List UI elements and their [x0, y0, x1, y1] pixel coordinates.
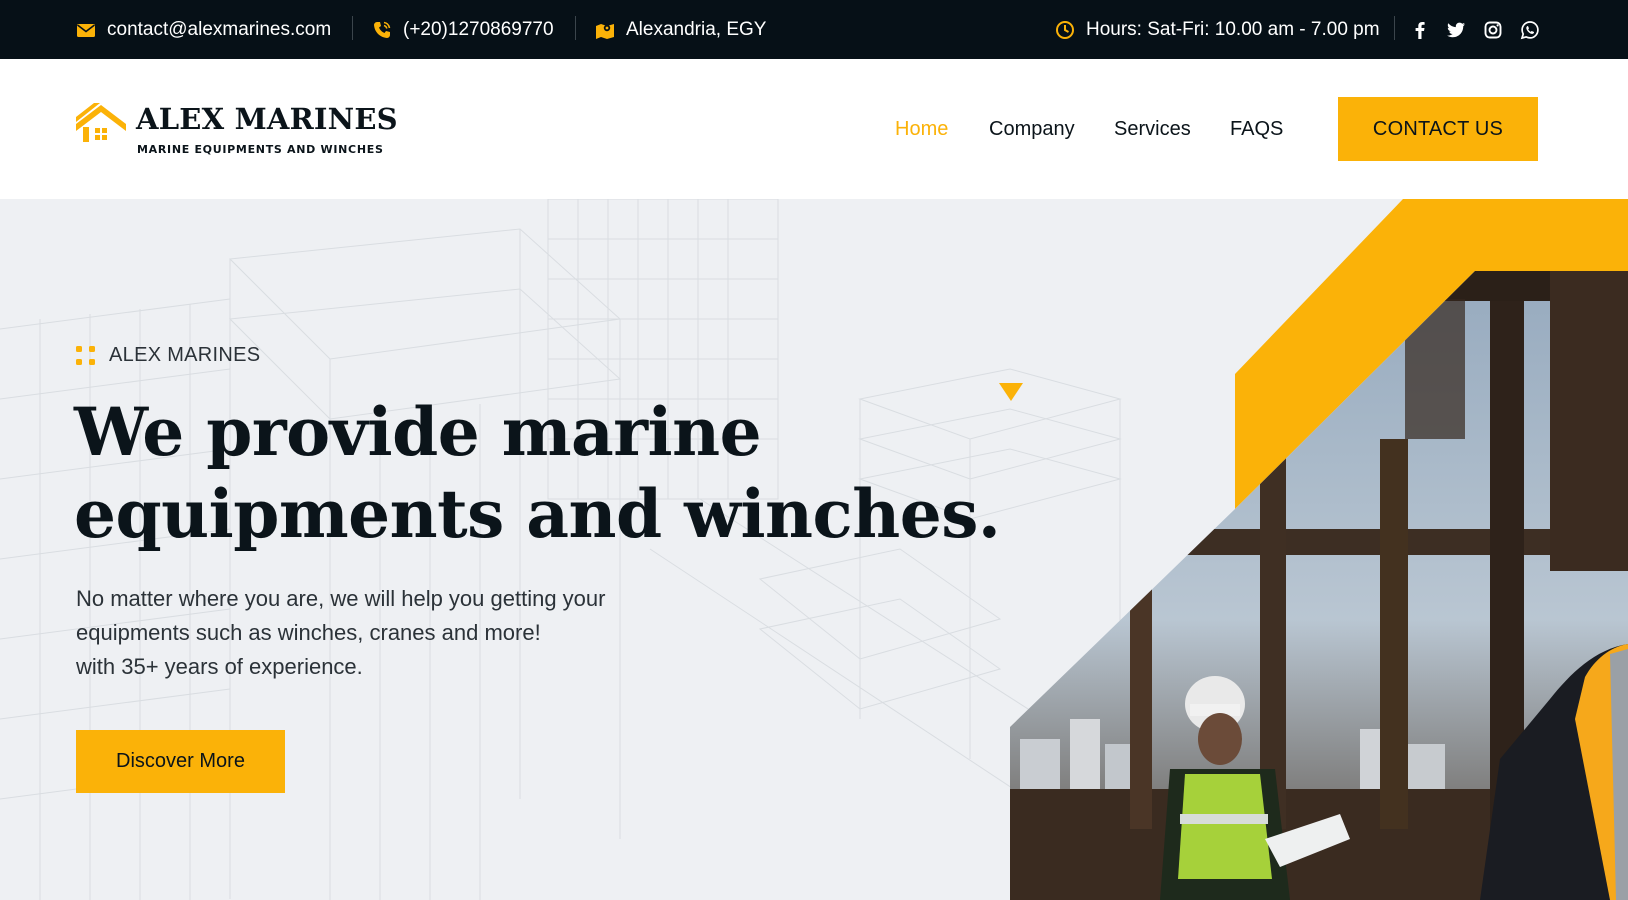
hero-worker-image: [1010, 199, 1628, 900]
map-icon: [596, 23, 614, 39]
divider: [352, 16, 353, 40]
hero-headline-line: We provide marine: [74, 393, 762, 471]
social-facebook[interactable]: [1410, 0, 1430, 59]
contact-phone-text: (+20)1270869770: [403, 18, 554, 40]
hero-description: No matter where you are, we will help yo…: [76, 582, 696, 684]
clock-icon: [1056, 20, 1074, 39]
main-nav-company: Company: [989, 59, 1075, 199]
divider: [1394, 16, 1395, 40]
top-bar: contact@alexmarines.com (+20)1270869770 …: [0, 0, 1628, 59]
twitter-icon: [1447, 22, 1465, 37]
main-nav-faqs: FAQS: [1230, 59, 1283, 199]
hero-section: ALEX MARINES We provide marine equipment…: [0, 199, 1628, 900]
hero-description-line: with 35+ years of experience.: [76, 654, 363, 679]
main-nav-services: Services: [1114, 59, 1191, 199]
hero-description-line: No matter where you are, we will help yo…: [76, 586, 606, 611]
hero-eyebrow-text: ALEX MARINES: [109, 344, 261, 366]
hero-headline: We provide marine equipments and winches…: [74, 391, 1001, 555]
facebook-icon: [1415, 21, 1425, 39]
nav-services[interactable]: Services: [1114, 118, 1191, 141]
discover-more-button[interactable]: Discover More: [76, 730, 285, 793]
envelope-icon: [77, 23, 95, 37]
hero-headline-line: equipments and winches.: [74, 475, 1001, 553]
contact-location[interactable]: Alexandria, EGY: [595, 0, 766, 59]
dots-icon: [76, 345, 95, 365]
social-instagram[interactable]: [1483, 0, 1503, 59]
phone-icon: [374, 21, 391, 38]
nav-faqs[interactable]: FAQS: [1230, 118, 1283, 141]
house-icon: [76, 103, 126, 142]
contact-email-text: contact@alexmarines.com: [107, 18, 332, 40]
contact-phone[interactable]: (+20)1270869770: [372, 0, 554, 59]
contact-us-button[interactable]: CONTACT US: [1338, 97, 1538, 161]
contact-location-text: Alexandria, EGY: [626, 18, 767, 40]
business-hours: Hours: Sat-Fri: 10.00 am - 7.00 pm: [1055, 0, 1380, 59]
logo-tagline: MARINE EQUIPMENTS AND WINCHES: [137, 143, 384, 156]
contact-email[interactable]: contact@alexmarines.com: [76, 0, 331, 59]
whatsapp-icon: [1520, 20, 1539, 39]
business-hours-text: Hours: Sat-Fri: 10.00 am - 7.00 pm: [1086, 18, 1380, 40]
social-twitter[interactable]: [1446, 0, 1466, 59]
social-whatsapp[interactable]: [1520, 0, 1540, 59]
site-header: ALEX MARINES MARINE EQUIPMENTS AND WINCH…: [0, 59, 1628, 199]
hero-description-line: equipments such as winches, cranes and m…: [76, 620, 541, 645]
nav-company[interactable]: Company: [989, 118, 1075, 141]
nav-home[interactable]: Home: [895, 118, 948, 141]
main-nav: Home: [895, 59, 948, 199]
hero-eyebrow: ALEX MARINES: [76, 344, 260, 367]
site-logo[interactable]: ALEX MARINES MARINE EQUIPMENTS AND WINCH…: [76, 102, 398, 162]
logo-name: ALEX MARINES: [136, 102, 398, 136]
instagram-icon: [1484, 21, 1502, 38]
divider: [575, 16, 576, 40]
